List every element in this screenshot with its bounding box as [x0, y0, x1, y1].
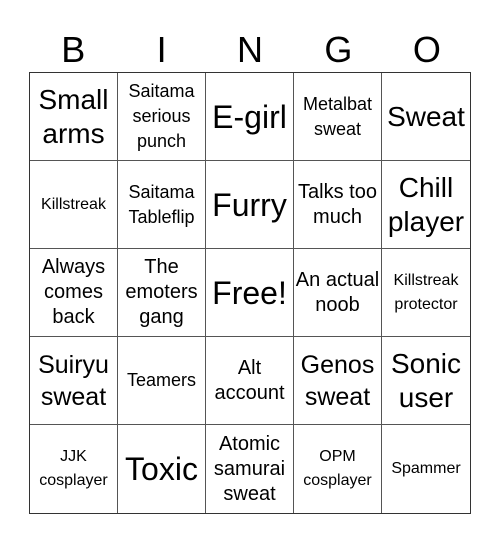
bingo-cell-text: Small arms	[38, 83, 109, 149]
bingo-cell[interactable]: Talks too much	[294, 161, 382, 249]
header-letter-n: N	[237, 29, 264, 70]
header-letter-b: B	[61, 29, 86, 70]
bingo-cell-text: Killstreak protector	[393, 271, 459, 313]
bingo-cell[interactable]: Saitama serious punch	[118, 73, 206, 161]
bingo-cell-text: The emoters gang	[125, 256, 198, 328]
bingo-cell-text: Saitama Tableflip	[128, 181, 195, 227]
bingo-cell-text: Suiryu sweat	[38, 350, 109, 411]
bingo-cell-text: E-girl	[212, 98, 287, 135]
bingo-cell[interactable]: Free!	[206, 249, 294, 337]
bingo-cell-text: Furry	[212, 186, 287, 223]
header-letter-i: I	[156, 29, 167, 70]
bingo-cell-text: Killstreak	[41, 195, 106, 213]
bingo-cell-text: OPM cosplayer	[303, 448, 372, 489]
bingo-cell[interactable]: The emoters gang	[118, 249, 206, 337]
bingo-cell[interactable]: Atomic samurai sweat	[206, 425, 294, 513]
bingo-cell[interactable]: Sonic user	[382, 337, 470, 425]
header-letter-o: O	[412, 29, 441, 70]
bingo-cell[interactable]: Chill player	[382, 161, 470, 249]
bingo-cell-text: Genos sweat	[300, 350, 375, 411]
bingo-cell[interactable]: Alt account	[206, 337, 294, 425]
bingo-cell-text: An actual noob	[295, 268, 380, 316]
bingo-cell[interactable]: Saitama Tableflip	[118, 161, 206, 249]
bingo-cell[interactable]: Always comes back	[30, 249, 118, 337]
bingo-cell[interactable]: Toxic	[118, 425, 206, 513]
bingo-cell[interactable]: OPM cosplayer	[294, 425, 382, 513]
bingo-cell[interactable]: Spammer	[382, 425, 470, 513]
bingo-cell[interactable]: E-girl	[206, 73, 294, 161]
bingo-cell-text: Talks too much	[298, 180, 377, 228]
bingo-cell[interactable]: JJK cosplayer	[30, 425, 118, 513]
bingo-cell[interactable]: An actual noob	[294, 249, 382, 337]
bingo-cell[interactable]: Furry	[206, 161, 294, 249]
bingo-cell[interactable]: Metalbat sweat	[294, 73, 382, 161]
bingo-cell-text: JJK cosplayer	[39, 448, 108, 489]
bingo-cell[interactable]: Small arms	[30, 73, 118, 161]
bingo-cell-text: Alt account	[214, 356, 285, 404]
bingo-cell[interactable]: Teamers	[118, 337, 206, 425]
bingo-cell[interactable]: Genos sweat	[294, 337, 382, 425]
bingo-cell-text: Sonic user	[390, 347, 462, 413]
bingo-grid: Small arms Saitama serious punch E-girl Met…	[29, 72, 471, 514]
bingo-cell-text: Always comes back	[41, 256, 106, 328]
bingo-cell-text: Atomic samurai sweat	[213, 432, 286, 505]
bingo-cell[interactable]: Sweat	[382, 73, 470, 161]
bingo-cell-text: Toxic	[125, 451, 198, 487]
bingo-header: B I N G O	[29, 28, 471, 72]
bingo-cell-text: Sweat	[387, 100, 465, 132]
bingo-cell[interactable]: Suiryu sweat	[30, 337, 118, 425]
bingo-cell-text: Spammer	[391, 460, 461, 477]
bingo-cell-text: Saitama serious punch	[128, 81, 195, 151]
bingo-cell[interactable]: Killstreak	[30, 161, 118, 249]
bingo-cell-text: Metalbat sweat	[302, 93, 373, 139]
bingo-cell-text: Teamers	[126, 370, 197, 390]
bingo-cell-text: Chill player	[387, 171, 465, 237]
header-letter-g: G	[324, 29, 353, 70]
bingo-cell-text: Free!	[212, 274, 287, 311]
bingo-cell[interactable]: Killstreak protector	[382, 249, 470, 337]
